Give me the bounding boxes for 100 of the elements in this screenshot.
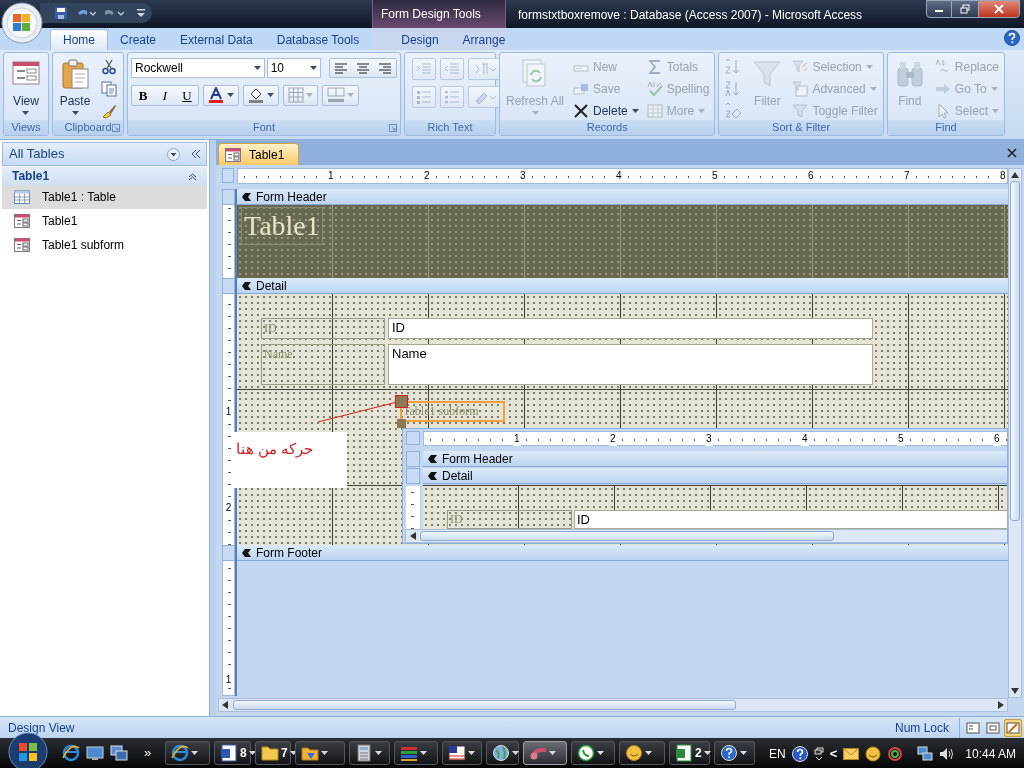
subform-control[interactable]: 1 2 3 4 5 6 Form Header Detail ID ID bbox=[402, 428, 1008, 544]
field-label: ID bbox=[261, 318, 385, 339]
calculator-icon bbox=[355, 744, 373, 762]
section-bar[interactable]: Form Header bbox=[423, 451, 1007, 467]
font-name-field[interactable]: Rockwell bbox=[131, 58, 265, 78]
form-view-icon bbox=[965, 719, 981, 736]
ruler-corner bbox=[406, 431, 420, 445]
ribbon-button[interactable]: View bbox=[7, 56, 45, 120]
section-bar[interactable]: Form Footer bbox=[237, 545, 1008, 561]
ribbon-tab[interactable]: Database Tools bbox=[264, 29, 372, 50]
fill-color-button[interactable] bbox=[243, 84, 279, 106]
outdent-icon bbox=[416, 61, 432, 77]
taskbar-button[interactable] bbox=[349, 741, 390, 765]
dropdown-caret-icon bbox=[22, 111, 30, 115]
dropdown-caret-icon bbox=[306, 93, 313, 97]
scroll-left-icon[interactable] bbox=[410, 532, 416, 540]
layout-view-icon bbox=[985, 719, 1001, 736]
ruler-number: 1 bbox=[223, 674, 234, 686]
view-button[interactable] bbox=[1004, 718, 1022, 737]
help-icon bbox=[720, 744, 738, 762]
ribbon-tab[interactable]: Design bbox=[389, 29, 451, 50]
dropdown-caret-icon bbox=[703, 751, 711, 755]
scroll-down-icon[interactable] bbox=[1011, 688, 1019, 694]
horizontal-scrollbar[interactable] bbox=[405, 529, 1007, 543]
ribbon-button[interactable]: Delete bbox=[571, 100, 641, 122]
ribbon-tab[interactable]: External Data bbox=[168, 29, 265, 50]
network-icon[interactable] bbox=[917, 745, 934, 762]
italic-button[interactable]: I bbox=[154, 85, 176, 105]
dropdown-caret-icon bbox=[631, 109, 639, 113]
customize-caret-icon[interactable] bbox=[136, 7, 146, 19]
books-icon bbox=[400, 744, 418, 762]
section-bar[interactable]: Detail bbox=[423, 468, 1007, 484]
spreadsheet-icon bbox=[675, 744, 693, 762]
scroll-left-icon[interactable] bbox=[222, 701, 228, 709]
taskbar-button[interactable] bbox=[486, 741, 519, 765]
taskbar-button[interactable] bbox=[571, 741, 615, 765]
bold-button[interactable]: B bbox=[132, 85, 154, 105]
help-icon[interactable] bbox=[1004, 30, 1020, 46]
font-color-button[interactable] bbox=[203, 84, 239, 106]
form-title: Table1 bbox=[241, 207, 323, 245]
dropdown-caret-icon bbox=[740, 751, 747, 755]
group-label: Sort & Filter bbox=[772, 120, 831, 135]
dropdown-caret-icon bbox=[645, 751, 652, 755]
taskbar-button[interactable] bbox=[714, 741, 755, 765]
group-label: Views bbox=[11, 120, 41, 135]
scroll-right-icon[interactable] bbox=[998, 701, 1004, 709]
clock: 10:44 AM bbox=[965, 745, 1016, 763]
dropdown-caret-icon bbox=[992, 109, 1000, 113]
ribbon-tab[interactable]: Create bbox=[108, 29, 169, 50]
nav-item[interactable]: Table1 : Table bbox=[2, 185, 207, 209]
taskbar-button[interactable] bbox=[619, 741, 665, 765]
taskbar-button[interactable] bbox=[394, 741, 438, 765]
dropdown-caret-icon bbox=[289, 751, 297, 755]
group-header[interactable]: Table1 bbox=[2, 167, 207, 185]
design-view-icon bbox=[1005, 719, 1021, 736]
dropdown-caret-icon bbox=[698, 109, 706, 113]
collapse-pane-icon[interactable] bbox=[190, 149, 202, 159]
close-icon[interactable] bbox=[1007, 148, 1017, 158]
ruler-number: 4 bbox=[801, 432, 809, 446]
section-bar[interactable]: Detail bbox=[237, 278, 1008, 294]
underline-button[interactable]: U bbox=[176, 85, 198, 105]
taskbar-button[interactable] bbox=[442, 741, 482, 765]
minimize-button[interactable] bbox=[926, 0, 952, 18]
horizontal-scrollbar[interactable] bbox=[218, 698, 1008, 712]
smiley-icon[interactable] bbox=[865, 745, 882, 762]
save-icon[interactable] bbox=[54, 6, 68, 20]
ribbon-button[interactable]: Paste bbox=[56, 56, 94, 120]
dropdown-caret-icon bbox=[869, 87, 877, 91]
vertical-scrollbar[interactable] bbox=[1008, 168, 1022, 698]
close-button[interactable] bbox=[978, 0, 1020, 18]
dropdown-icon[interactable] bbox=[167, 147, 180, 161]
monitor-icon[interactable] bbox=[86, 744, 104, 762]
numbered-list-icon bbox=[416, 89, 432, 105]
scroll-up-icon[interactable] bbox=[1011, 172, 1019, 178]
move-handle[interactable] bbox=[397, 419, 406, 428]
collapse-group-icon[interactable] bbox=[188, 171, 197, 181]
move-handle[interactable] bbox=[395, 395, 408, 408]
right-arrow-icon bbox=[934, 81, 951, 97]
scroll-thumb[interactable] bbox=[1010, 181, 1020, 521]
ribbon-tab[interactable]: Arrange bbox=[450, 29, 518, 50]
taskbar-button[interactable] bbox=[165, 741, 210, 765]
envelope-icon[interactable] bbox=[843, 747, 860, 760]
scroll-thumb[interactable] bbox=[420, 531, 834, 541]
document-tab[interactable]: Table1 bbox=[218, 143, 300, 165]
swirl-icon[interactable] bbox=[887, 745, 904, 762]
window-count: 7 bbox=[281, 745, 288, 762]
paint-bucket-icon bbox=[248, 87, 264, 103]
text-box: Name bbox=[388, 344, 873, 385]
copy-button[interactable] bbox=[98, 78, 120, 100]
font-size-text: 10 bbox=[270, 60, 284, 77]
section-bar[interactable]: Form Header bbox=[237, 189, 1008, 205]
scroll-thumb[interactable] bbox=[233, 700, 736, 710]
ribbon-tab[interactable]: Home bbox=[50, 29, 108, 50]
windows-icon[interactable] bbox=[110, 744, 128, 762]
taskbar-button[interactable] bbox=[295, 741, 345, 765]
globe-e-icon[interactable] bbox=[62, 744, 80, 762]
restore-button[interactable] bbox=[952, 0, 978, 18]
font-size-field[interactable]: 10 bbox=[266, 58, 321, 78]
indent-icon bbox=[444, 61, 460, 77]
taskbar-button[interactable]: 2 bbox=[669, 741, 710, 765]
